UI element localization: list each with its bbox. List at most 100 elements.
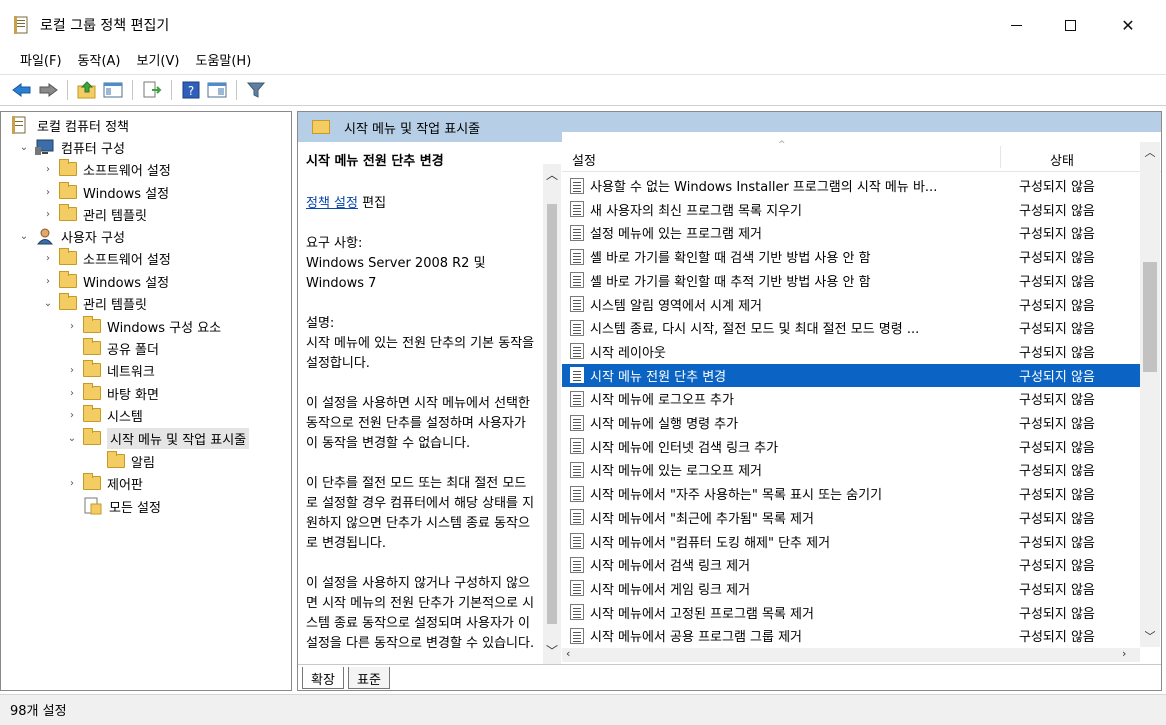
tree-computer-software[interactable]: › 소프트웨어 설정 <box>41 158 171 180</box>
setting-state: 구성되지 않음 <box>1019 251 1095 267</box>
table-row[interactable]: 시스템 종료, 다시 시작, 절전 모드 및 최대 절전 모드 명령 ... 구성… <box>562 316 1140 339</box>
menu-view[interactable]: 보기(V) <box>129 46 188 72</box>
tree-user-config[interactable]: ⌄ 사용자 구성 <box>17 225 125 247</box>
table-row[interactable]: 시작 메뉴에서 "자주 사용하는" 목록 표시 또는 숨기기 구성되지 않음 <box>562 482 1140 505</box>
tree-label: 관리 템플릿 <box>83 208 147 224</box>
table-row[interactable]: 시작 메뉴에서 "최근에 추가됨" 목록 제거 구성되지 않음 <box>562 506 1140 529</box>
tree-control-panel[interactable]: › 제어판 <box>65 472 143 494</box>
tree-label: 사용자 구성 <box>61 230 125 246</box>
tab-extended[interactable]: 확장 <box>302 667 344 689</box>
table-row[interactable]: 사용할 수 없는 Windows Installer 프로그램의 시작 메뉴 바… <box>562 174 1140 197</box>
collapsed-chevron-icon[interactable]: › <box>65 321 79 332</box>
tree-computer-config[interactable]: ⌄ 컴퓨터 구성 <box>17 136 125 158</box>
expanded-chevron-icon[interactable]: ⌄ <box>65 433 79 444</box>
expanded-chevron-icon[interactable]: ⌄ <box>41 298 55 309</box>
collapsed-chevron-icon[interactable]: › <box>65 410 79 421</box>
tree-notifications[interactable]: 알림 <box>89 450 155 472</box>
scroll-down-icon[interactable]: ﹀ <box>543 642 561 659</box>
table-row[interactable]: 시스템 알림 영역에서 시계 제거 구성되지 않음 <box>562 293 1140 316</box>
minimize-button[interactable] <box>996 10 1036 40</box>
tree-network[interactable]: › 네트워크 <box>65 359 155 381</box>
table-row[interactable]: 시작 메뉴에 인터넷 검색 링크 추가 구성되지 않음 <box>562 435 1140 458</box>
expanded-chevron-icon[interactable]: ⌄ <box>17 142 31 153</box>
table-row[interactable]: 셸 바로 가기를 확인할 때 검색 기반 방법 사용 안 함 구성되지 않음 <box>562 245 1140 268</box>
close-button[interactable]: ✕ <box>1108 10 1148 40</box>
table-row[interactable]: 셸 바로 가기를 확인할 때 추적 기반 방법 사용 안 함 구성되지 않음 <box>562 269 1140 292</box>
help-button[interactable]: ? <box>179 78 203 102</box>
table-row[interactable]: 시작 메뉴에서 검색 링크 제거 구성되지 않음 <box>562 553 1140 576</box>
forward-button[interactable] <box>36 78 60 102</box>
filter-button[interactable] <box>244 78 268 102</box>
table-row[interactable]: 시작 메뉴에서 "컴퓨터 도킹 해제" 단추 제거 구성되지 않음 <box>562 530 1140 553</box>
column-setting[interactable]: 설정 <box>572 150 596 169</box>
policy-settings-link[interactable]: 정책 설정 <box>306 196 358 211</box>
scroll-up-icon[interactable]: ︿ <box>543 166 561 183</box>
tree-computer-windows[interactable]: › Windows 설정 <box>41 181 169 203</box>
list-horizontal-scrollbar[interactable]: ‹ › <box>562 647 1140 662</box>
scroll-left-icon[interactable]: ‹ <box>566 647 570 660</box>
tree-desktop[interactable]: › 바탕 화면 <box>65 382 159 404</box>
properties-button[interactable] <box>205 78 229 102</box>
setting-name: 시작 메뉴에서 고정된 프로그램 목록 제거 <box>590 606 814 622</box>
description-scrollbar[interactable]: ︿ ﹀ <box>543 164 561 664</box>
menu-help[interactable]: 도움말(H) <box>187 46 259 72</box>
tree-shared-folders[interactable]: 공유 폴더 <box>65 337 159 359</box>
setting-state: 구성되지 않음 <box>1019 227 1095 243</box>
tree-start-menu[interactable]: ⌄ 시작 메뉴 및 작업 표시줄 <box>65 427 250 449</box>
collapsed-chevron-icon[interactable]: › <box>41 253 55 264</box>
table-row[interactable]: 새 사용자의 최신 프로그램 목록 지우기 구성되지 않음 <box>562 198 1140 221</box>
tree-all-settings[interactable]: 모든 설정 <box>65 495 161 517</box>
folder-icon <box>83 428 101 445</box>
setting-name: 사용할 수 없는 Windows Installer 프로그램의 시작 메뉴 바… <box>590 180 938 195</box>
collapsed-chevron-icon[interactable]: › <box>41 187 55 198</box>
table-row[interactable]: 시작 메뉴에서 공용 프로그램 그룹 제거 구성되지 않음 <box>562 624 1140 647</box>
tree-label: 관리 템플릿 <box>83 297 147 313</box>
expanded-chevron-icon[interactable]: ⌄ <box>17 231 31 242</box>
description-pane: 시작 메뉴 전원 단추 변경 정책 설정 편집 요구 사항: Windows S… <box>298 142 543 662</box>
tree-computer-admin[interactable]: › 관리 템플릿 <box>41 203 147 225</box>
table-row[interactable]: 시작 메뉴에서 게임 링크 제거 구성되지 않음 <box>562 577 1140 600</box>
tree-system[interactable]: › 시스템 <box>65 404 143 426</box>
collapsed-chevron-icon[interactable]: › <box>65 478 79 489</box>
back-button[interactable] <box>10 78 34 102</box>
folder-icon <box>59 182 77 199</box>
scrollbar-thumb[interactable] <box>547 204 557 624</box>
tree-user-software[interactable]: › 소프트웨어 설정 <box>41 247 171 269</box>
export-list-button[interactable] <box>140 78 164 102</box>
tree-root[interactable]: 로컬 컴퓨터 정책 <box>11 114 129 136</box>
tab-standard[interactable]: 표준 <box>348 667 390 689</box>
menu-file[interactable]: 파일(F) <box>12 46 70 72</box>
up-folder-button[interactable] <box>75 78 99 102</box>
properties-icon <box>207 82 227 98</box>
menu-action[interactable]: 동작(A) <box>70 46 129 72</box>
table-row[interactable]: 시작 메뉴에 실행 명령 추가 구성되지 않음 <box>562 411 1140 434</box>
scroll-up-icon[interactable]: ︿ <box>1140 144 1160 160</box>
table-row[interactable]: 시작 메뉴에 로그오프 추가 구성되지 않음 <box>562 387 1140 410</box>
collapsed-chevron-icon[interactable]: › <box>41 209 55 220</box>
collapsed-chevron-icon[interactable]: › <box>41 276 55 287</box>
scroll-right-icon[interactable]: › <box>1122 647 1126 660</box>
tree-user-windows[interactable]: › Windows 설정 <box>41 270 169 292</box>
scrollbar-thumb[interactable] <box>1143 262 1157 372</box>
policy-setting-icon <box>570 367 584 384</box>
table-row[interactable]: 시작 레이아웃 구성되지 않음 <box>562 340 1140 363</box>
column-divider[interactable] <box>1000 146 1001 168</box>
scroll-down-icon[interactable]: ﹀ <box>1140 628 1160 644</box>
table-row[interactable]: 시작 메뉴에서 고정된 프로그램 목록 제거 구성되지 않음 <box>562 601 1140 624</box>
tree-windows-components[interactable]: › Windows 구성 요소 <box>65 315 221 337</box>
collapsed-chevron-icon[interactable]: › <box>41 164 55 175</box>
folder-icon <box>59 204 77 221</box>
show-hide-tree-button[interactable] <box>101 78 125 102</box>
tree-user-admin[interactable]: ⌄ 관리 템플릿 <box>41 292 147 314</box>
maximize-button[interactable] <box>1050 10 1090 40</box>
tree-label: 컴퓨터 구성 <box>61 141 125 157</box>
table-row[interactable]: 시작 메뉴 전원 단추 변경 구성되지 않음 <box>562 363 1140 387</box>
list-vertical-scrollbar[interactable]: ︿ ﹀ <box>1140 142 1160 647</box>
table-row[interactable]: 시작 메뉴에 있는 로그오프 제거 구성되지 않음 <box>562 458 1140 481</box>
setting-state: 구성되지 않음 <box>1019 488 1095 504</box>
table-row[interactable]: 설정 메뉴에 있는 프로그램 제거 구성되지 않음 <box>562 221 1140 244</box>
policy-setting-icon <box>570 272 584 289</box>
collapsed-chevron-icon[interactable]: › <box>65 365 79 376</box>
collapsed-chevron-icon[interactable]: › <box>65 388 79 399</box>
column-state[interactable]: 상태 <box>1050 150 1074 169</box>
